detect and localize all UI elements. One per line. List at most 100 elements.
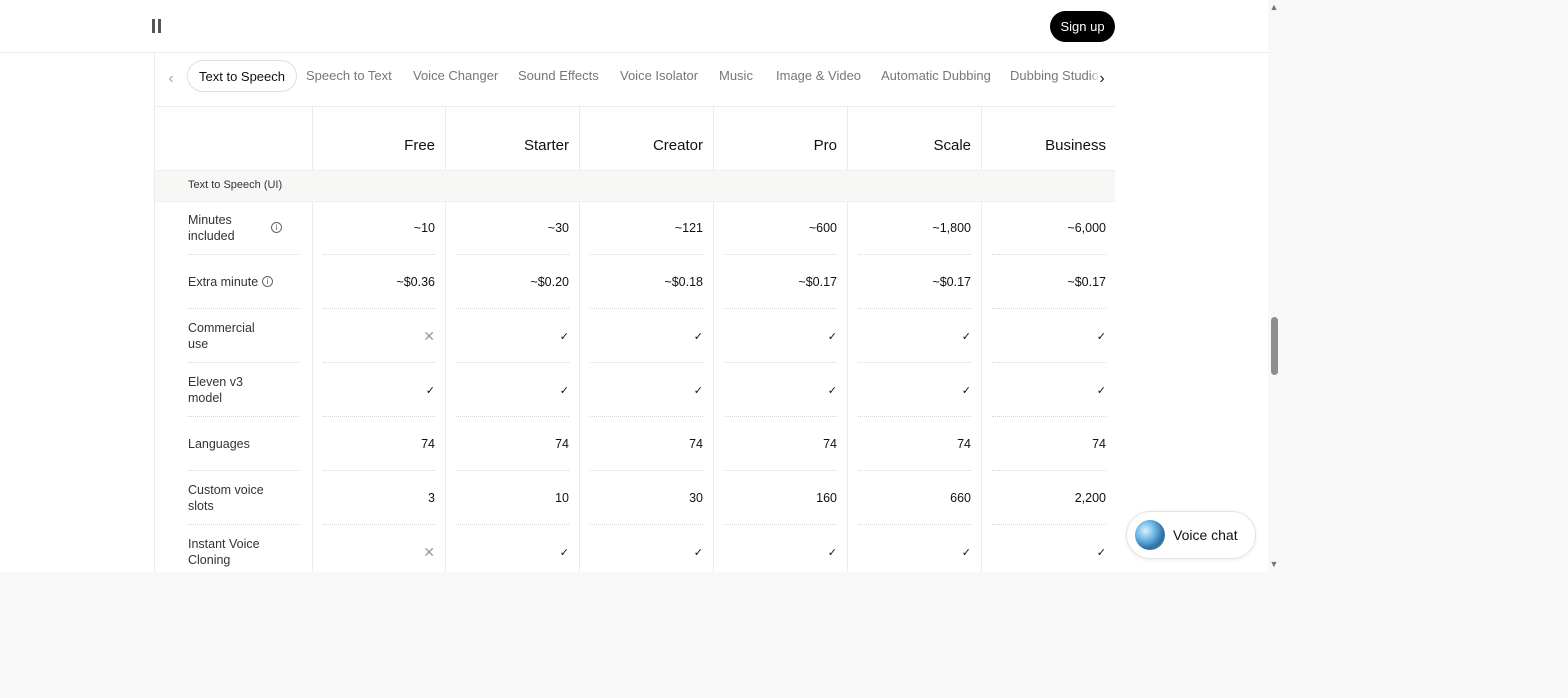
table-cell-free: 3 <box>312 471 445 525</box>
cell-value: 74 <box>421 437 435 451</box>
table-row: Minutes included i ~10 ~30 ~121 ~600 ~1,800 ~6,… <box>155 201 1115 255</box>
tab-text-to-speech[interactable]: Text to Speech <box>187 60 297 92</box>
table-cell-creator: ✓ <box>579 309 713 363</box>
row-label: Extra minute <box>188 255 298 309</box>
row-label: Instant Voice Cloning <box>188 525 298 572</box>
table-cell-business: ✓ <box>981 309 1115 363</box>
plan-header-scale: Scale <box>847 107 981 170</box>
table-cell-free: ✓ <box>312 363 445 417</box>
tab-voice-changer[interactable]: Voice Changer <box>413 60 498 90</box>
cell-value: 10 <box>555 491 569 505</box>
cell-value: ~$0.17 <box>932 275 971 289</box>
scroll-down-arrow[interactable]: ▼ <box>1269 559 1279 569</box>
top-header: Sign up <box>0 0 1268 53</box>
table-row: Instant Voice Cloning ✕ ✓ ✓ ✓ ✓ ✓ <box>155 525 1115 572</box>
check-icon: ✓ <box>559 384 569 397</box>
cell-value: 74 <box>1092 437 1106 451</box>
cell-value: 74 <box>555 437 569 451</box>
tab-image-video[interactable]: Image & Video <box>776 60 861 90</box>
tab-voice-isolator[interactable]: Voice Isolator <box>620 60 698 90</box>
table-cell-free: ✕ <box>312 525 445 572</box>
table-cell-business: ✓ <box>981 525 1115 572</box>
table-cell-creator: 30 <box>579 471 713 525</box>
cell-value: ~121 <box>674 221 703 235</box>
tab-dubbing-studio[interactable]: Dubbing Studio <box>1010 60 1099 90</box>
tab-music[interactable]: Music <box>719 60 753 90</box>
cell-value: ~$0.36 <box>396 275 435 289</box>
cell-value: ~$0.17 <box>1067 275 1106 289</box>
tab-automatic-dubbing[interactable]: Automatic Dubbing <box>881 60 991 90</box>
table-cell-starter: ~$0.20 <box>445 255 579 309</box>
table-cell-pro: 160 <box>713 471 847 525</box>
table-cell-creator: ~121 <box>579 201 713 255</box>
table-cell-starter: ✓ <box>445 363 579 417</box>
chevron-left-icon[interactable]: ‹ <box>163 67 179 91</box>
cell-value: ~10 <box>413 221 435 235</box>
row-label-text: Commercial use <box>188 321 255 351</box>
tab-sound-effects[interactable]: Sound Effects <box>518 60 599 90</box>
table-cell-business: 74 <box>981 417 1115 471</box>
plan-header-creator: Creator <box>579 107 713 170</box>
cell-value: 30 <box>689 491 703 505</box>
row-label-text: Custom voice slots <box>188 483 264 513</box>
table-row: Languages 74 74 74 74 74 74 <box>155 417 1115 471</box>
check-icon: ✓ <box>827 546 837 559</box>
chevron-right-icon[interactable]: › <box>1090 67 1114 91</box>
check-icon: ✓ <box>693 330 703 343</box>
table-row: Commercial use ✕ ✓ ✓ ✓ ✓ ✓ <box>155 309 1115 363</box>
check-icon: ✓ <box>827 330 837 343</box>
table-cell-business: ~$0.17 <box>981 255 1115 309</box>
table-cell-scale: ✓ <box>847 309 981 363</box>
page-scrollbar[interactable]: ▲ ▼ <box>1268 0 1280 572</box>
section-title: Text to Speech (UI) <box>188 179 283 191</box>
check-icon: ✓ <box>425 384 435 397</box>
table-cell-creator: 74 <box>579 417 713 471</box>
sign-up-button[interactable]: Sign up <box>1050 11 1115 42</box>
page-viewport: Sign up ‹ Text to Speech Speech to Text … <box>0 0 1268 572</box>
cell-value: 74 <box>823 437 837 451</box>
cell-value: ~600 <box>808 221 837 235</box>
table-cell-scale: 660 <box>847 471 981 525</box>
tab-speech-to-text[interactable]: Speech to Text <box>306 60 392 90</box>
table-cell-pro: ✓ <box>713 309 847 363</box>
check-icon: ✓ <box>559 546 569 559</box>
row-label: Languages <box>188 417 298 471</box>
check-icon: ✓ <box>1096 330 1106 343</box>
table-cell-free: ~10 <box>312 201 445 255</box>
cell-value: 3 <box>428 491 435 505</box>
plan-header-business: Business <box>981 107 1115 170</box>
table-cell-scale: 74 <box>847 417 981 471</box>
check-icon: ✓ <box>1096 546 1106 559</box>
scroll-up-arrow[interactable]: ▲ <box>1269 2 1279 12</box>
table-cell-business: ✓ <box>981 363 1115 417</box>
row-label-text: Minutes included <box>188 213 235 243</box>
table-cell-free: 74 <box>312 417 445 471</box>
voice-chat-button[interactable]: Voice chat <box>1126 511 1256 559</box>
table-row: Eleven v3 model ✓ ✓ ✓ ✓ ✓ ✓ <box>155 363 1115 417</box>
plan-header-pro: Pro <box>713 107 847 170</box>
cell-value: 160 <box>816 491 837 505</box>
row-label-text: Eleven v3 model <box>188 375 243 405</box>
scrollbar-thumb[interactable] <box>1271 317 1278 375</box>
info-icon[interactable]: i <box>262 276 273 287</box>
table-cell-starter: 74 <box>445 417 579 471</box>
cell-value: 74 <box>689 437 703 451</box>
table-row: Extra minute i ~$0.36 ~$0.20 ~$0.18 ~$0.17 ~$0… <box>155 255 1115 309</box>
info-icon[interactable]: i <box>271 222 282 233</box>
pause-bars-logo[interactable] <box>152 19 162 33</box>
table-cell-scale: ~1,800 <box>847 201 981 255</box>
cell-value: ~$0.20 <box>530 275 569 289</box>
row-label: Eleven v3 model <box>188 363 298 417</box>
check-icon: ✓ <box>827 384 837 397</box>
cross-icon: ✕ <box>423 327 435 344</box>
row-label-text: Instant Voice Cloning <box>188 537 260 567</box>
table-cell-business: 2,200 <box>981 471 1115 525</box>
cell-value: ~6,000 <box>1067 221 1106 235</box>
voice-chat-label: Voice chat <box>1173 527 1238 543</box>
table-cell-pro: ~600 <box>713 201 847 255</box>
check-icon: ✓ <box>559 330 569 343</box>
pricing-table: Free Starter Creator Pro Scale Business … <box>154 107 1115 572</box>
check-icon: ✓ <box>693 384 703 397</box>
cell-value: 2,200 <box>1074 491 1106 505</box>
cell-value: ~1,800 <box>932 221 971 235</box>
